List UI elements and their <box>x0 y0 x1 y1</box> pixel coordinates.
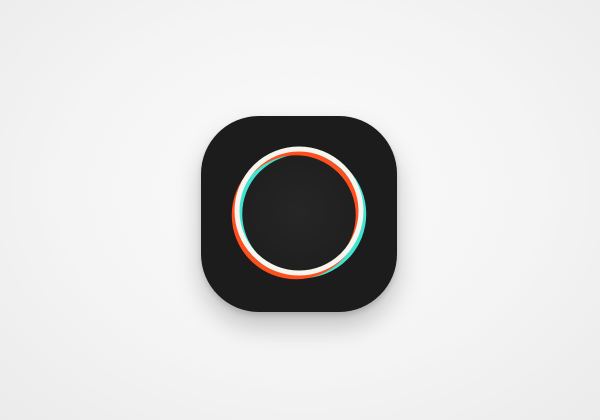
ring-icon <box>231 146 367 280</box>
app-icon[interactable] <box>201 116 397 312</box>
